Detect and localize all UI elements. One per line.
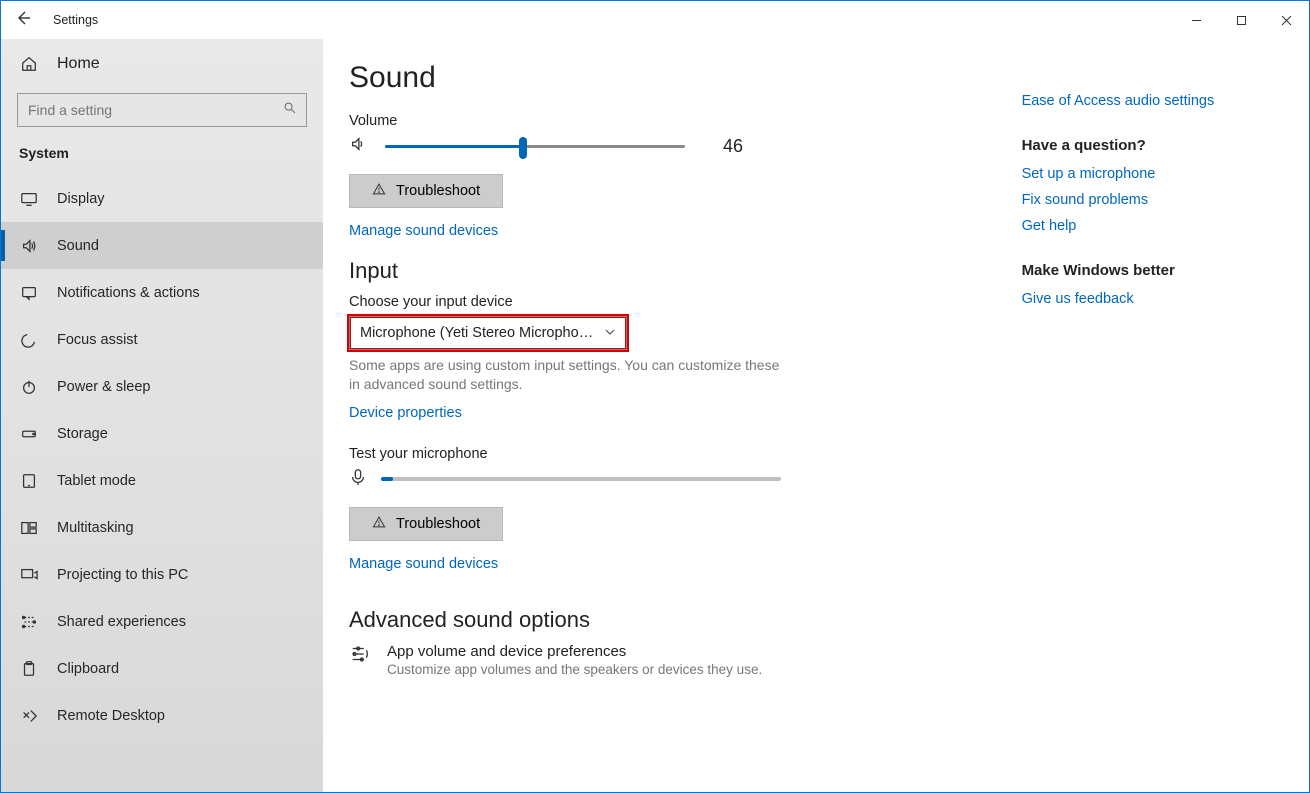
- warning-icon: [372, 515, 386, 533]
- sidebar-item-projecting[interactable]: Projecting to this PC: [1, 551, 323, 598]
- window-title: Settings: [53, 13, 98, 27]
- minimize-button[interactable]: [1174, 5, 1219, 35]
- back-button[interactable]: [15, 10, 31, 31]
- sidebar-item-notifications[interactable]: Notifications & actions: [1, 269, 323, 316]
- nav-home[interactable]: Home: [1, 43, 323, 85]
- device-properties-link[interactable]: Device properties: [349, 405, 462, 421]
- sidebar-item-focus-assist[interactable]: Focus assist: [1, 316, 323, 363]
- right-panel: Ease of Access audio settings Have a que…: [1022, 39, 1309, 792]
- input-note: Some apps are using custom input setting…: [349, 356, 789, 394]
- power-icon: [19, 378, 39, 396]
- sidebar-item-label: Multitasking: [57, 520, 134, 536]
- volume-icon: [349, 135, 367, 158]
- mixer-icon: [349, 643, 371, 670]
- manage-sound-devices-link[interactable]: Manage sound devices: [349, 223, 498, 239]
- microphone-level-bar: [381, 477, 781, 481]
- shared-icon: [19, 613, 39, 631]
- titlebar: Settings: [1, 1, 1309, 39]
- sidebar-item-label: Projecting to this PC: [57, 567, 188, 583]
- choose-input-label: Choose your input device: [349, 294, 1022, 310]
- chevron-down-icon: [604, 326, 616, 341]
- sidebar-item-label: Storage: [57, 426, 108, 442]
- nav-home-label: Home: [57, 55, 100, 73]
- get-help-link[interactable]: Get help: [1022, 218, 1289, 234]
- projecting-icon: [19, 566, 39, 584]
- app-volume-preferences[interactable]: App volume and device preferences Custom…: [349, 643, 1022, 677]
- sidebar-item-power-sleep[interactable]: Power & sleep: [1, 363, 323, 410]
- setup-microphone-link[interactable]: Set up a microphone: [1022, 166, 1289, 182]
- sidebar-item-sound[interactable]: Sound: [1, 222, 323, 269]
- page-title: Sound: [349, 61, 1022, 95]
- maximize-button[interactable]: [1219, 5, 1264, 35]
- volume-value: 46: [703, 136, 743, 157]
- sidebar-item-label: Focus assist: [57, 332, 138, 348]
- display-icon: [19, 190, 39, 208]
- sound-icon: [19, 237, 39, 255]
- clipboard-icon: [19, 660, 39, 678]
- adv-sub: Customize app volumes and the speakers o…: [387, 662, 762, 677]
- fix-sound-link[interactable]: Fix sound problems: [1022, 192, 1289, 208]
- focus-assist-icon: [19, 331, 39, 349]
- close-button[interactable]: [1264, 5, 1309, 35]
- sidebar-item-label: Sound: [57, 238, 99, 254]
- make-better-heading: Make Windows better: [1022, 262, 1289, 279]
- manage-sound-devices-link-2[interactable]: Manage sound devices: [349, 556, 498, 572]
- input-heading: Input: [349, 258, 1022, 284]
- sidebar-item-tablet-mode[interactable]: Tablet mode: [1, 457, 323, 504]
- sidebar-item-label: Remote Desktop: [57, 708, 165, 724]
- sidebar-item-label: Clipboard: [57, 661, 119, 677]
- sidebar-item-display[interactable]: Display: [1, 175, 323, 222]
- volume-label: Volume: [349, 113, 1022, 129]
- ease-of-access-link[interactable]: Ease of Access audio settings: [1022, 93, 1289, 109]
- main: Sound Volume 46 Troubleshoot: [323, 39, 1309, 792]
- test-mic-label: Test your microphone: [349, 446, 1022, 462]
- search-input[interactable]: [17, 93, 307, 127]
- dropdown-value: Microphone (Yeti Stereo Micropho…: [360, 325, 593, 341]
- multitasking-icon: [19, 519, 39, 537]
- sidebar-category: System: [1, 137, 323, 175]
- warning-icon: [372, 182, 386, 200]
- sidebar-item-clipboard[interactable]: Clipboard: [1, 645, 323, 692]
- microphone-icon: [349, 468, 367, 491]
- sidebar-item-label: Notifications & actions: [57, 285, 200, 301]
- volume-slider[interactable]: [385, 137, 685, 157]
- troubleshoot-output-button[interactable]: Troubleshoot: [349, 174, 503, 208]
- troubleshoot-input-button[interactable]: Troubleshoot: [349, 507, 503, 541]
- sidebar-item-shared-experiences[interactable]: Shared experiences: [1, 598, 323, 645]
- sidebar-item-storage[interactable]: Storage: [1, 410, 323, 457]
- sidebar-item-label: Shared experiences: [57, 614, 186, 630]
- sidebar-item-multitasking[interactable]: Multitasking: [1, 504, 323, 551]
- remote-desktop-icon: [19, 707, 39, 725]
- sidebar-item-label: Display: [57, 191, 105, 207]
- button-label: Troubleshoot: [396, 183, 480, 199]
- advanced-heading: Advanced sound options: [349, 607, 1022, 633]
- tablet-icon: [19, 472, 39, 490]
- sidebar-item-label: Tablet mode: [57, 473, 136, 489]
- adv-title: App volume and device preferences: [387, 643, 762, 660]
- storage-icon: [19, 425, 39, 443]
- sidebar-item-label: Power & sleep: [57, 379, 151, 395]
- notifications-icon: [19, 284, 39, 302]
- home-icon: [19, 55, 39, 73]
- give-feedback-link[interactable]: Give us feedback: [1022, 291, 1289, 307]
- question-heading: Have a question?: [1022, 137, 1289, 154]
- sidebar-item-remote-desktop[interactable]: Remote Desktop: [1, 692, 323, 739]
- sidebar: Home System Display Sound: [1, 39, 323, 792]
- button-label: Troubleshoot: [396, 516, 480, 532]
- input-device-dropdown[interactable]: Microphone (Yeti Stereo Micropho…: [349, 316, 627, 350]
